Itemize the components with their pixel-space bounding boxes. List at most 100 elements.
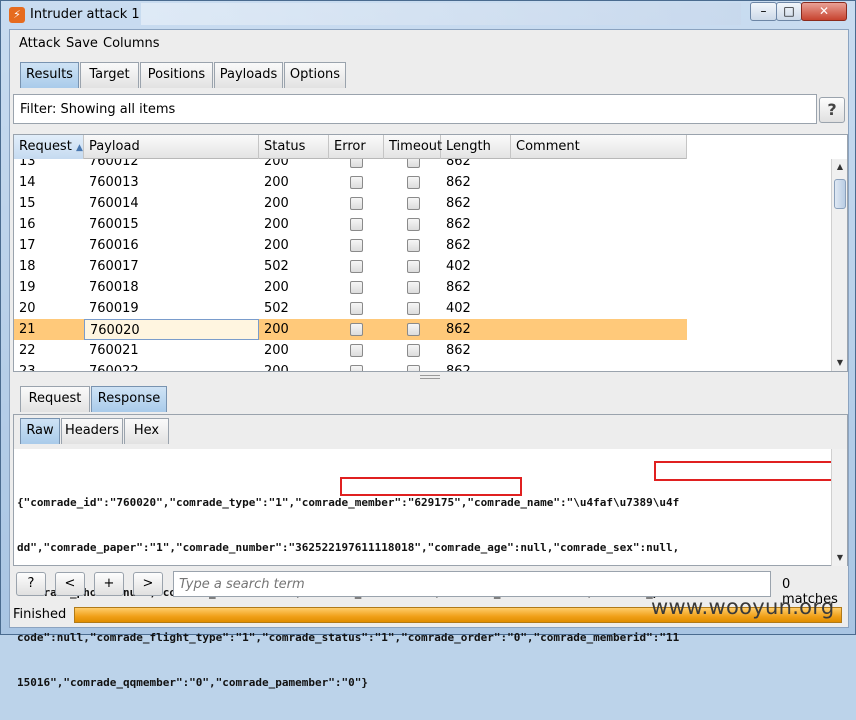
cell-payload: 760021 — [89, 343, 139, 358]
search-input[interactable] — [173, 571, 771, 597]
cell-request: 13 — [19, 159, 36, 169]
cell-length: 862 — [446, 175, 471, 190]
intruder-window: ⚡ Intruder attack 1 – □ ✕ Attack Save Co… — [0, 0, 856, 689]
table-row[interactable]: 21 760020 200 862 — [14, 319, 687, 340]
error-checkbox — [350, 260, 363, 273]
cell-request: 22 — [19, 343, 36, 358]
cell-status: 200 — [264, 217, 289, 232]
filter-label: Filter: Showing all items — [20, 102, 176, 117]
client-area: Attack Save Columns Results Target Posit… — [9, 29, 849, 689]
tab-request[interactable]: Request — [20, 386, 90, 412]
response-line: code":null,"comrade_flight_type":"1","co… — [17, 631, 680, 644]
close-button[interactable]: ✕ — [801, 2, 847, 21]
cell-length: 862 — [446, 159, 471, 169]
column-length[interactable]: Length — [441, 135, 511, 159]
previous-match-button[interactable]: < — [55, 572, 85, 596]
table-row[interactable]: 20 760019 502 402 — [14, 298, 687, 319]
table-row[interactable]: 16 760015 200 862 — [14, 214, 687, 235]
title-bar[interactable]: ⚡ Intruder attack 1 – □ ✕ — [1, 1, 855, 29]
background-window-blur — [141, 3, 741, 25]
cell-length: 402 — [446, 301, 471, 316]
menu-attack[interactable]: Attack — [19, 36, 61, 51]
tab-positions[interactable]: Positions — [140, 62, 213, 88]
table-row[interactable]: 23760022200 862 — [14, 361, 687, 371]
column-status[interactable]: Status — [259, 135, 329, 159]
timeout-checkbox — [407, 344, 420, 357]
cell-length: 862 — [446, 280, 471, 295]
cell-length: 862 — [441, 361, 511, 371]
table-row[interactable]: 17 760016 200 862 — [14, 235, 687, 256]
scroll-up-icon[interactable]: ▲ — [833, 159, 847, 175]
cell-status: 502 — [264, 259, 289, 274]
error-checkbox — [350, 218, 363, 231]
response-line: dd","comrade_paper":"1","comrade_number"… — [17, 541, 680, 554]
error-checkbox — [350, 239, 363, 252]
filter-bar[interactable]: Filter: Showing all items — [13, 94, 817, 124]
scroll-thumb[interactable] — [834, 179, 846, 209]
table-header: Request ▲ Payload Status Error Timeout L… — [14, 135, 687, 159]
cell-request: 19 — [19, 280, 36, 295]
table-row[interactable]: 19 760018 200 862 — [14, 277, 687, 298]
sort-ascending-icon: ▲ — [75, 143, 83, 153]
tab-response[interactable]: Response — [91, 386, 167, 412]
table-row[interactable]: 22 760021 200 862 — [14, 340, 687, 361]
cell-request: 15 — [19, 196, 36, 211]
cell-request: 14 — [19, 175, 36, 190]
cell-status: 502 — [264, 301, 289, 316]
menu-save[interactable]: Save — [66, 36, 98, 51]
cell-length: 862 — [446, 217, 471, 232]
cell-payload: 760022 — [84, 361, 259, 371]
table-row[interactable]: 13 760012 200 862 — [14, 159, 687, 172]
results-scrollbar[interactable]: ▲ ▼ — [831, 159, 847, 371]
error-checkbox — [350, 365, 363, 371]
pane-splitter-handle[interactable] — [420, 375, 440, 379]
error-checkbox — [350, 344, 363, 357]
tab-payloads[interactable]: Payloads — [214, 62, 283, 88]
timeout-checkbox — [407, 176, 420, 189]
cell-status: 200 — [264, 280, 289, 295]
tab-target[interactable]: Target — [80, 62, 139, 88]
cell-request: 21 — [19, 322, 36, 337]
cell-length: 862 — [446, 343, 471, 358]
response-line: 15016","comrade_qqmember":"0","comrade_p… — [17, 676, 368, 689]
tab-raw[interactable]: Raw — [20, 418, 60, 444]
cell-request: 20 — [19, 301, 36, 316]
scroll-down-icon[interactable]: ▼ — [833, 355, 847, 371]
tab-headers[interactable]: Headers — [61, 418, 123, 444]
next-match-button[interactable]: > — [133, 572, 163, 596]
search-help-button[interactable]: ? — [16, 572, 46, 596]
cell-request: 16 — [19, 217, 36, 232]
cell-length: 862 — [446, 196, 471, 211]
cell-payload: 760017 — [89, 259, 139, 274]
tab-hex[interactable]: Hex — [124, 418, 169, 444]
cell-length: 402 — [446, 259, 471, 274]
error-checkbox — [350, 159, 363, 168]
cell-length: 862 — [446, 322, 471, 337]
menu-bar: Attack Save Columns — [10, 30, 848, 58]
cell-payload: 760016 — [89, 238, 139, 253]
table-row[interactable]: 18 760017 502 402 — [14, 256, 687, 277]
column-timeout[interactable]: Timeout — [384, 135, 442, 159]
response-scrollbar[interactable]: ▼ — [831, 449, 847, 566]
column-comment[interactable]: Comment — [511, 135, 687, 159]
tab-results[interactable]: Results — [20, 62, 79, 88]
burp-app-icon: ⚡ — [9, 7, 25, 23]
tab-options[interactable]: Options — [284, 62, 346, 88]
error-checkbox — [350, 323, 363, 336]
add-search-button[interactable]: + — [94, 572, 124, 596]
column-payload[interactable]: Payload — [84, 135, 259, 159]
table-row[interactable]: 15 760014 200 862 — [14, 193, 687, 214]
name-highlight-box — [654, 461, 834, 481]
minimize-button[interactable]: – — [750, 2, 777, 21]
column-error[interactable]: Error — [329, 135, 384, 159]
maximize-button[interactable]: □ — [776, 2, 802, 21]
column-request-label: Request — [19, 139, 72, 154]
column-request[interactable]: Request ▲ — [14, 135, 84, 159]
cell-payload: 760019 — [89, 301, 139, 316]
menu-columns[interactable]: Columns — [103, 36, 160, 51]
filter-help-button[interactable]: ? — [819, 97, 845, 123]
table-row[interactable]: 14 760013 200 862 — [14, 172, 687, 193]
timeout-checkbox — [407, 197, 420, 210]
timeout-checkbox — [407, 302, 420, 315]
scroll-down-icon[interactable]: ▼ — [833, 550, 847, 566]
